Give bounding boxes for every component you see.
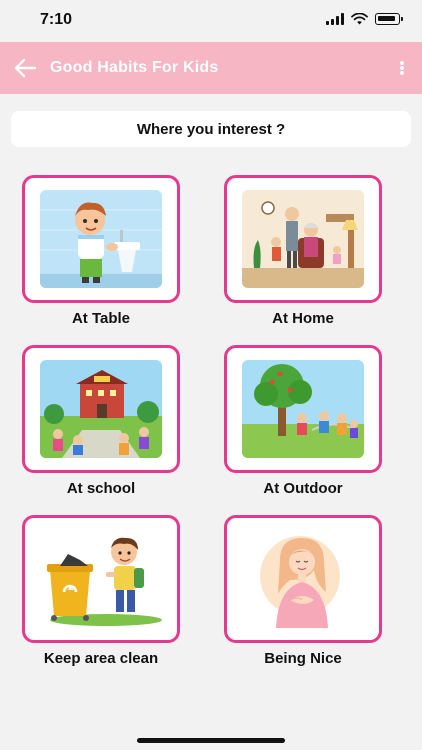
- signal-icon: [326, 13, 344, 25]
- arrow-left-icon: [14, 58, 37, 78]
- category-label-at-school: At school: [66, 480, 136, 497]
- category-card-at-school[interactable]: [22, 345, 180, 473]
- children-at-school-illustration: [40, 360, 162, 458]
- status-time: 7:10: [40, 11, 73, 28]
- category-card-at-table[interactable]: [22, 175, 180, 303]
- boy-washing-hands-illustration: [40, 190, 162, 288]
- category-card-at-home[interactable]: [224, 175, 382, 303]
- kids-playing-outdoor-illustration: [242, 360, 364, 458]
- question-heading: Where you interest ?: [11, 111, 411, 147]
- back-button[interactable]: [10, 54, 40, 82]
- family-at-home-illustration: [242, 190, 364, 288]
- status-icons: [326, 13, 403, 25]
- girl-with-hands-on-heart-illustration: [242, 530, 364, 628]
- status-bar: 7:10: [0, 0, 422, 44]
- category-label-keep-area-clean: Keep area clean: [43, 650, 159, 667]
- battery-icon: [375, 13, 403, 25]
- wifi-icon: [351, 13, 368, 25]
- home-indicator[interactable]: [137, 738, 285, 743]
- more-vertical-icon: [400, 61, 404, 65]
- boy-with-recycle-bin-illustration: [40, 530, 162, 628]
- category-card-keep-area-clean[interactable]: [22, 515, 180, 643]
- category-label-at-table: At Table: [71, 310, 131, 327]
- app-title: Good Habits For Kids: [50, 59, 219, 76]
- category-card-at-outdoor[interactable]: [224, 345, 382, 473]
- category-label-at-outdoor: At Outdoor: [263, 480, 343, 497]
- category-label-being-nice: Being Nice: [264, 650, 342, 667]
- app-bar: Good Habits For Kids: [0, 42, 422, 94]
- more-options-button[interactable]: [398, 58, 406, 78]
- category-label-at-home: At Home: [272, 310, 334, 327]
- category-card-being-nice[interactable]: [224, 515, 382, 643]
